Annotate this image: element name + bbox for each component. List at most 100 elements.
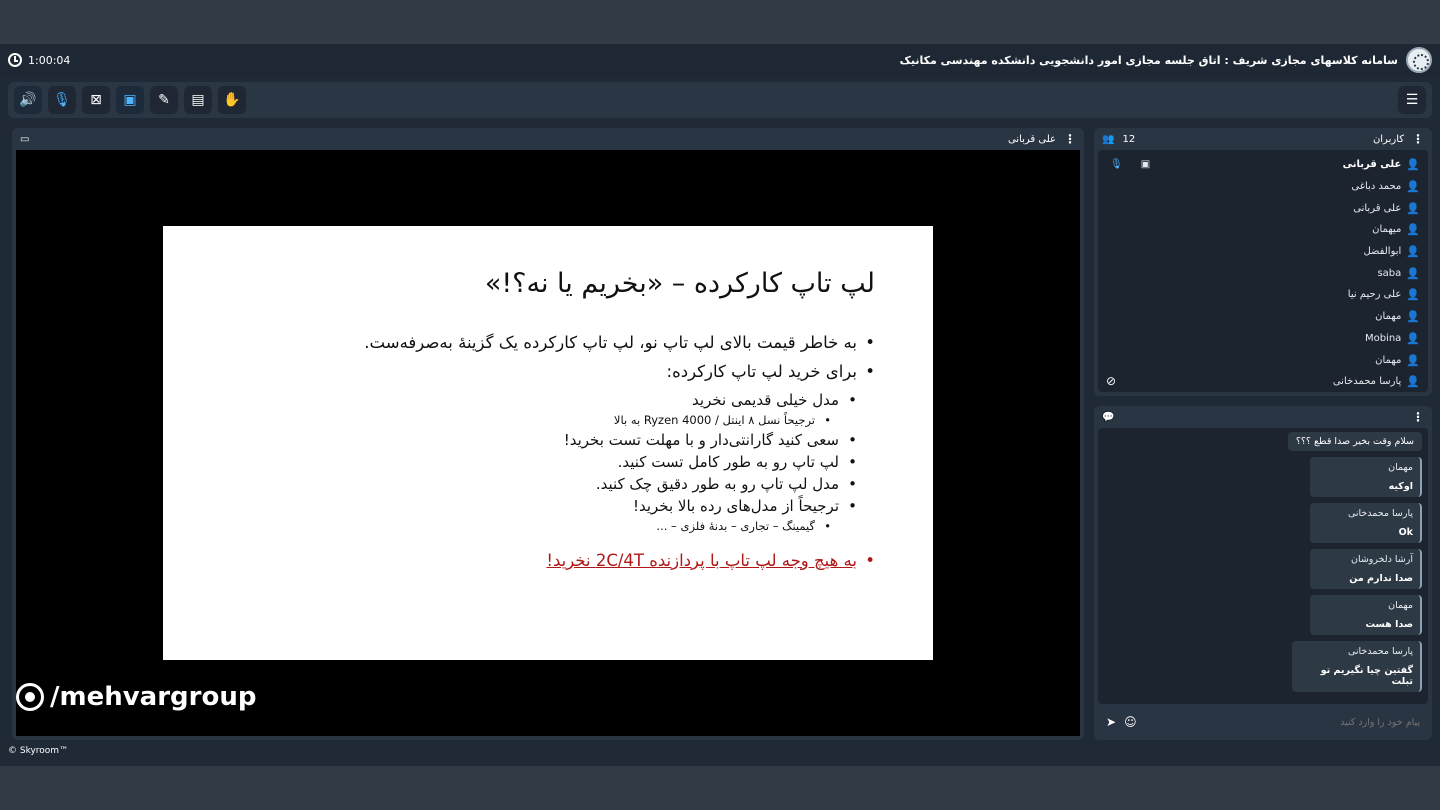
slide-sub-bullet: مدل لپ تاپ رو به طور دقیق چک کنید. — [203, 475, 857, 493]
users-options-icon[interactable]: ⋮ — [1412, 132, 1424, 146]
chat-message: سلام وقت بخیر صدا قطع ؟؟؟ — [1287, 432, 1422, 451]
send-icon[interactable]: ➤ — [1106, 715, 1116, 729]
channel-watermark: /mehvargroup — [16, 682, 256, 712]
users-title: کاربران — [1372, 133, 1404, 145]
user-name: Mobina — [1364, 332, 1402, 344]
chat-messages: سلام وقت بخیر صدا قطع ؟؟؟ مهمان اوکیه پا… — [1098, 428, 1428, 704]
camera-off-icon: ⊠ — [90, 92, 102, 108]
user-item[interactable]: 👤 مهمان — [1098, 349, 1428, 371]
user-item[interactable]: 👤 علی قربانی ▣ 🎙 — [1098, 154, 1428, 176]
user-icon: 👤 — [1406, 288, 1420, 302]
presenter-name: علی قربانی — [1007, 133, 1056, 145]
message-text: گفتین چیا نگیریم تو تبلت — [1320, 665, 1413, 687]
slide-sub-bullet: ترجیحاً از مدل‌های رده بالا بخرید! — [203, 497, 857, 515]
message-text: صدا هست — [1365, 619, 1413, 630]
user-icon: 👤 — [1406, 331, 1420, 345]
users-panel-header: 👥 12 کاربران ⋮ — [1094, 128, 1432, 150]
slide-bullet: برای خرید لپ تاپ کارکرده: — [203, 362, 875, 381]
slide-warning-text: به هیچ وجه لپ تاپ با پردازنده 2C/4T نخری… — [546, 551, 857, 570]
main-menu-button[interactable]: ☰ — [1398, 86, 1426, 114]
watermark-text: /mehvargroup — [50, 682, 257, 712]
screen-share-icon: ▣ — [123, 92, 137, 108]
chat-message: آرشا دلخروشان صدا ندارم من — [1310, 549, 1422, 589]
presentation-panel: ▭ علی قربانی ⋮ لپ تاپ کارکرده – «بخریم ی… — [12, 128, 1084, 740]
message-sender: مهمان — [1388, 600, 1413, 611]
chat-message: مهمان صدا هست — [1310, 595, 1422, 635]
user-item[interactable]: 👤 saba — [1098, 262, 1428, 284]
slide-bullet: به خاطر قیمت بالای لپ تاپ نو، لپ تاپ کار… — [203, 333, 875, 352]
files-button[interactable]: ▤ — [184, 86, 212, 114]
speaker-icon: 🔊 — [19, 92, 37, 108]
user-icon: 👤 — [1406, 223, 1420, 237]
chat-message-input[interactable] — [1200, 716, 1420, 728]
brush-icon: ✎ — [158, 92, 170, 108]
shared-screen: لپ تاپ کارکرده – «بخریم یا نه؟!» به خاطر… — [16, 150, 1080, 736]
microphone-button[interactable]: 🎙 — [48, 86, 76, 114]
screen-share-status-icon: ▣ — [1140, 159, 1151, 171]
chat-icon: 💬 — [1102, 411, 1115, 423]
file-icon: ▤ — [191, 92, 205, 108]
user-item[interactable]: 👤 میهمان — [1098, 219, 1428, 241]
session-timer: 1:00:04 — [8, 53, 70, 67]
user-name: علی قربانی — [1342, 159, 1402, 171]
user-item[interactable]: 👤 Mobina — [1098, 328, 1428, 350]
users-count: 12 — [1122, 133, 1136, 145]
user-item[interactable]: 👤 محمد دباغی — [1098, 176, 1428, 198]
toolbar: 🔊 🎙 ⊠ ▣ ✎ ▤ ✋ ☰ — [8, 82, 1432, 118]
message-sender: آرشا دلخروشان — [1350, 554, 1413, 565]
message-sender: پارسا محمدخانی — [1347, 646, 1413, 657]
slide-title: لپ تاپ کارکرده – «بخریم یا نه؟!» — [484, 268, 875, 299]
camera-button[interactable]: ⊠ — [82, 86, 110, 114]
user-name: محمد دباغی — [1351, 181, 1402, 193]
user-name: پارسا محمدخانی — [1332, 376, 1402, 388]
chat-panel: 💬 ⋮ سلام وقت بخیر صدا قطع ؟؟؟ مهمان اوکی… — [1094, 406, 1432, 740]
presentation-slide: لپ تاپ کارکرده – «بخریم یا نه؟!» به خاطر… — [163, 226, 933, 660]
user-name: saba — [1377, 267, 1402, 279]
raise-hand-button[interactable]: ✋ — [218, 86, 246, 114]
presentation-panel-header: ▭ علی قربانی ⋮ — [12, 128, 1084, 150]
menu-icon: ☰ — [1405, 92, 1419, 108]
user-icon: 👤 — [1406, 245, 1420, 259]
slide-sub-bullet: مدل خیلی قدیمی نخرید — [203, 391, 857, 409]
chat-message: پارسا محمدخانی Ok — [1310, 503, 1422, 543]
hand-icon: ✋ — [223, 92, 241, 108]
speaker-button[interactable]: 🔊 — [14, 86, 42, 114]
microphone-off-icon[interactable]: ⊘ — [1106, 374, 1116, 388]
message-text: سلام وقت بخیر صدا قطع ؟؟؟ — [1295, 436, 1414, 447]
user-item[interactable]: 👤 مهمان — [1098, 306, 1428, 328]
user-name: مهمان — [1375, 311, 1402, 323]
users-icon: 👥 — [1102, 133, 1115, 145]
user-name: ابوالفضل — [1363, 246, 1402, 258]
top-letterbox — [0, 0, 1440, 44]
screen-share-button[interactable]: ▣ — [116, 86, 144, 114]
clock-icon — [8, 53, 22, 67]
message-text: صدا ندارم من — [1349, 573, 1413, 584]
slide-sub-bullet: سعی کنید گارانتی‌دار و با مهلت تست بخرید… — [203, 431, 857, 449]
whiteboard-button[interactable]: ✎ — [150, 86, 178, 114]
chat-options-icon[interactable]: ⋮ — [1412, 410, 1424, 424]
slide-sub-sub-bullet: گیمینگ – تجاری – بدنۀ فلزی – ... — [203, 519, 831, 533]
message-sender: پارسا محمدخانی — [1347, 508, 1413, 519]
user-item[interactable]: 👤 علی قربانی — [1098, 197, 1428, 219]
session-title-area: سامانه کلاسهای مجازی شریف : اتاق جلسه مج… — [900, 47, 1432, 73]
chat-message: پارسا محمدخانی گفتین چیا نگیریم تو تبلت — [1292, 641, 1422, 692]
timer-text: 1:00:04 — [28, 53, 71, 67]
message-sender: مهمان — [1388, 462, 1413, 473]
user-name: میهمان — [1372, 224, 1402, 236]
virtual-classroom-app: 1:00:04 سامانه کلاسهای مجازی شریف : اتاق… — [0, 44, 1440, 766]
chat-message: مهمان اوکیه — [1310, 457, 1422, 497]
message-text: اوکیه — [1388, 481, 1413, 492]
slide-sub-bullet: لپ تاپ رو به طور کامل تست کنید. — [203, 453, 857, 471]
user-item[interactable]: 👤 علی رحیم نیا — [1098, 284, 1428, 306]
panel-options-icon[interactable]: ⋮ — [1064, 132, 1076, 146]
title-bar: 1:00:04 سامانه کلاسهای مجازی شریف : اتاق… — [0, 44, 1440, 76]
user-item[interactable]: 👤 ابوالفضل — [1098, 241, 1428, 263]
emoji-icon[interactable]: ☺ — [1124, 715, 1137, 729]
presenter-user-icon: 👤 — [1406, 158, 1420, 172]
user-item[interactable]: 👤 پارسا محمدخانی — [1098, 371, 1428, 393]
user-name: علی قربانی — [1353, 202, 1402, 214]
microphone-icon: 🎙 — [53, 92, 71, 108]
chat-panel-header: 💬 ⋮ — [1094, 406, 1432, 428]
user-icon: 👤 — [1406, 375, 1420, 389]
users-panel: 👥 12 کاربران ⋮ 👤 علی قربانی ▣ 🎙 👤 محمد دب… — [1094, 128, 1432, 396]
